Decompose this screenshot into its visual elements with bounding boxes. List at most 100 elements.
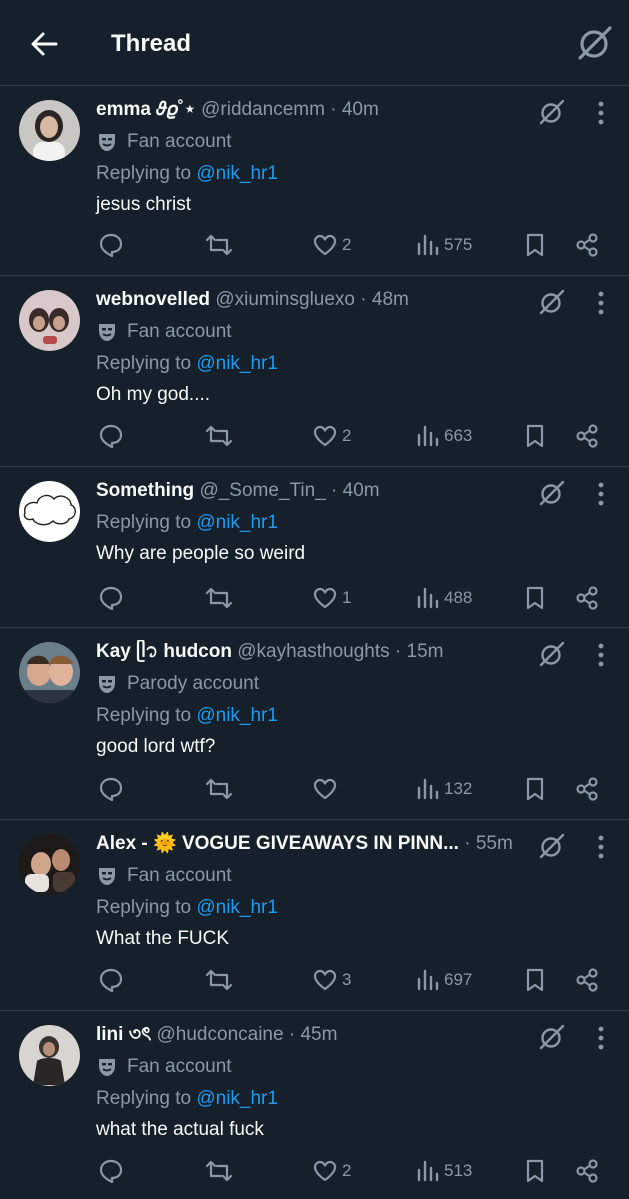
mention-link[interactable]: @nik_hr1	[196, 897, 278, 918]
timestamp[interactable]: 40m	[342, 99, 379, 120]
share-button[interactable]	[574, 583, 600, 613]
mention-link[interactable]: @nik_hr1	[196, 705, 278, 726]
more-options-icon[interactable]	[591, 290, 611, 316]
repost-button[interactable]	[204, 965, 234, 995]
reply-button[interactable]	[98, 421, 124, 451]
reply-button[interactable]	[98, 965, 124, 995]
bookmark-button[interactable]	[524, 230, 546, 260]
reply-button[interactable]	[98, 583, 124, 613]
timestamp[interactable]: 40m	[343, 480, 380, 501]
views-button[interactable]: 575	[416, 230, 472, 260]
grok-icon[interactable]	[539, 99, 565, 125]
repost-button[interactable]	[204, 421, 234, 451]
reply-item[interactable]: Something @_Some_Tin_ · 40m Replying to …	[0, 467, 629, 628]
views-button[interactable]: 488	[416, 583, 472, 613]
mention-link[interactable]: @nik_hr1	[196, 353, 278, 374]
share-button[interactable]	[574, 774, 600, 804]
mask-icon	[99, 324, 115, 341]
like-button[interactable]: 2	[312, 1156, 351, 1186]
grok-icon[interactable]	[539, 480, 565, 506]
repost-icon	[205, 969, 233, 991]
repost-button[interactable]	[204, 1156, 234, 1186]
repost-button[interactable]	[204, 583, 234, 613]
timestamp[interactable]: 48m	[372, 289, 409, 310]
share-button[interactable]	[574, 965, 600, 995]
display-name[interactable]: Alex - 🌞 VOGUE GIVEAWAYS IN PINN...	[96, 833, 459, 854]
grok-icon[interactable]	[539, 1024, 565, 1050]
replying-to-label: Replying to	[96, 353, 197, 374]
user-handle[interactable]: @xiuminsgluexo	[215, 289, 355, 310]
page-title: Thread	[111, 30, 192, 57]
reply-item[interactable]: Alex - 🌞 VOGUE GIVEAWAYS IN PINN... · 55…	[0, 820, 629, 1011]
like-button[interactable]: 2	[312, 421, 351, 451]
reply-icon	[99, 424, 123, 449]
avatar[interactable]	[19, 834, 80, 895]
timestamp[interactable]: 45m	[300, 1024, 337, 1045]
repost-button[interactable]	[204, 230, 234, 260]
share-button[interactable]	[574, 421, 600, 451]
mention-link[interactable]: @nik_hr1	[196, 1088, 278, 1109]
bookmark-button[interactable]	[524, 774, 546, 804]
mention-link[interactable]: @nik_hr1	[196, 163, 278, 184]
replying-to: Replying to @nik_hr1	[96, 704, 629, 728]
reply-text: Why are people so weird	[96, 543, 306, 564]
like-button[interactable]: 3	[312, 965, 351, 995]
avatar[interactable]	[19, 1025, 80, 1086]
grok-icon[interactable]	[576, 24, 614, 62]
arrow-left-icon[interactable]	[28, 28, 60, 60]
reply-button[interactable]	[98, 230, 124, 260]
avatar[interactable]	[19, 481, 80, 542]
grok-icon[interactable]	[539, 289, 565, 315]
share-button[interactable]	[574, 1156, 600, 1186]
timestamp[interactable]: 15m	[407, 641, 444, 662]
reply-icon	[99, 777, 123, 802]
views-button[interactable]: 132	[416, 774, 472, 804]
share-button[interactable]	[574, 230, 600, 260]
reply-item[interactable]: emma 𝜗𝜚˚⋆ @riddancemm · 40m Fan account …	[0, 86, 629, 276]
views-icon	[417, 425, 439, 447]
views-button[interactable]: 663	[416, 421, 472, 451]
timestamp[interactable]: 55m	[476, 833, 513, 854]
more-options-icon[interactable]	[591, 642, 611, 668]
grok-icon[interactable]	[539, 833, 565, 859]
bookmark-button[interactable]	[524, 583, 546, 613]
display-name[interactable]: lini ৩ৎ	[96, 1024, 151, 1045]
user-handle[interactable]: @riddancemm	[201, 99, 325, 120]
like-button[interactable]	[312, 774, 342, 804]
reply-item[interactable]: lini ৩ৎ @hudconcaine · 45m Fan account R…	[0, 1011, 629, 1199]
more-options-icon[interactable]	[591, 834, 611, 860]
share-icon	[576, 968, 598, 992]
reply-button[interactable]	[98, 774, 124, 804]
user-handle[interactable]: @hudconcaine	[157, 1024, 284, 1045]
reply-item[interactable]: webnovelled @xiuminsgluexo · 48m Fan acc…	[0, 276, 629, 467]
views-button[interactable]: 697	[416, 965, 472, 995]
reply-button[interactable]	[98, 1156, 124, 1186]
display-name[interactable]: emma 𝜗𝜚˚⋆	[96, 99, 196, 120]
reply-item[interactable]: Kay ᥫ᭡ hudcon @kayhasthoughts · 15m Paro…	[0, 628, 629, 820]
repost-button[interactable]	[204, 774, 234, 804]
avatar[interactable]	[19, 642, 80, 703]
reply-icon	[99, 1159, 123, 1184]
replying-to-label: Replying to	[96, 705, 197, 726]
avatar[interactable]	[19, 100, 80, 161]
bookmark-button[interactable]	[524, 1156, 546, 1186]
reply-text: what the actual fuck	[96, 1119, 264, 1140]
user-handle[interactable]: @_Some_Tin_	[199, 480, 325, 501]
bookmark-button[interactable]	[524, 965, 546, 995]
avatar[interactable]	[19, 290, 80, 351]
views-icon	[417, 969, 439, 991]
views-button[interactable]: 513	[416, 1156, 472, 1186]
bookmark-button[interactable]	[524, 421, 546, 451]
mention-link[interactable]: @nik_hr1	[196, 512, 278, 533]
like-button[interactable]: 2	[312, 230, 351, 260]
user-handle[interactable]: @kayhasthoughts	[237, 641, 389, 662]
display-name[interactable]: Something	[96, 480, 194, 501]
like-button[interactable]: 1	[312, 583, 351, 613]
display-name[interactable]: webnovelled	[96, 289, 210, 310]
bookmark-icon	[526, 968, 544, 992]
more-options-icon[interactable]	[591, 481, 611, 507]
grok-icon[interactable]	[539, 641, 565, 667]
more-options-icon[interactable]	[591, 1025, 611, 1051]
display-name[interactable]: Kay ᥫ᭡ hudcon	[96, 641, 232, 662]
more-options-icon[interactable]	[591, 100, 611, 126]
